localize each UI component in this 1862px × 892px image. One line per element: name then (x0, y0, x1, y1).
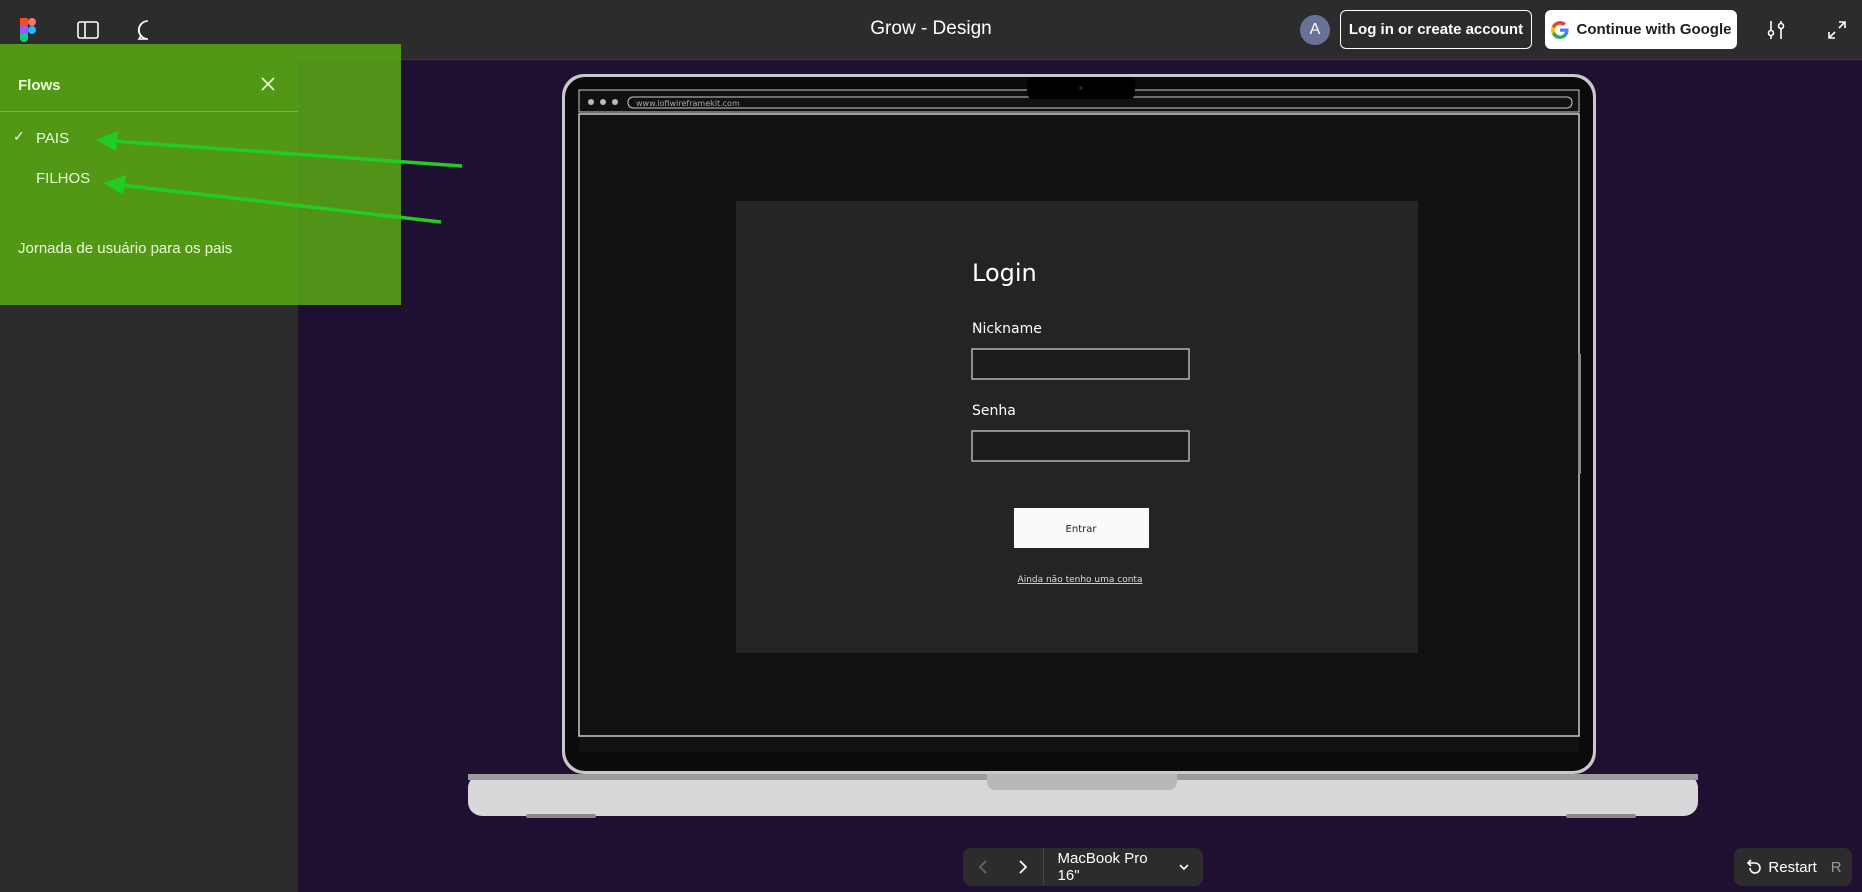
restart-label: Restart (1768, 858, 1817, 876)
device-select[interactable]: MacBook Pro 16" (1042, 848, 1203, 886)
restart-icon (1747, 859, 1762, 874)
chevron-down-icon (1179, 864, 1189, 871)
chevron-right-icon (1019, 860, 1027, 874)
login-title: Login (972, 259, 1037, 287)
nickname-input[interactable] (971, 348, 1190, 380)
scrollbar[interactable] (1578, 354, 1581, 474)
arrow-pais (111, 139, 463, 168)
next-frame-button[interactable] (1003, 848, 1043, 886)
avatar[interactable]: A (1300, 15, 1330, 45)
arrow-pais-head (96, 131, 118, 151)
previous-frame-button[interactable] (963, 848, 1003, 886)
signup-link[interactable]: Ainda não tenho uma conta (1018, 575, 1143, 585)
password-input[interactable] (971, 430, 1190, 462)
password-label: Senha (972, 403, 1016, 419)
annotation-arrows (96, 131, 463, 224)
google-button-label: Continue with Google (1576, 21, 1732, 38)
macbook-mockup: www.lofiwireframekit.com Login Nickname … (468, 74, 1698, 818)
fullscreen-icon[interactable] (1821, 14, 1853, 46)
arrow-filhos-head (104, 175, 126, 195)
restart-shortcut: R (1830, 858, 1842, 876)
google-icon (1550, 20, 1569, 39)
settings-sliders-icon[interactable] (1760, 14, 1792, 46)
device-select-label: MacBook Pro 16" (1057, 850, 1148, 884)
google-login-button[interactable]: Continue with Google (1545, 10, 1737, 49)
restart-button[interactable]: Restart R (1734, 848, 1852, 886)
nickname-label: Nickname (972, 321, 1042, 337)
prototype-navigation: MacBook Pro 16" (963, 848, 1203, 886)
submit-button-label: Entrar (1066, 524, 1098, 535)
login-button[interactable]: Log in or create account (1340, 10, 1532, 49)
browser-url: www.lofiwireframekit.com (636, 99, 740, 108)
chevron-left-icon (978, 860, 987, 874)
arrow-filhos (119, 183, 442, 224)
